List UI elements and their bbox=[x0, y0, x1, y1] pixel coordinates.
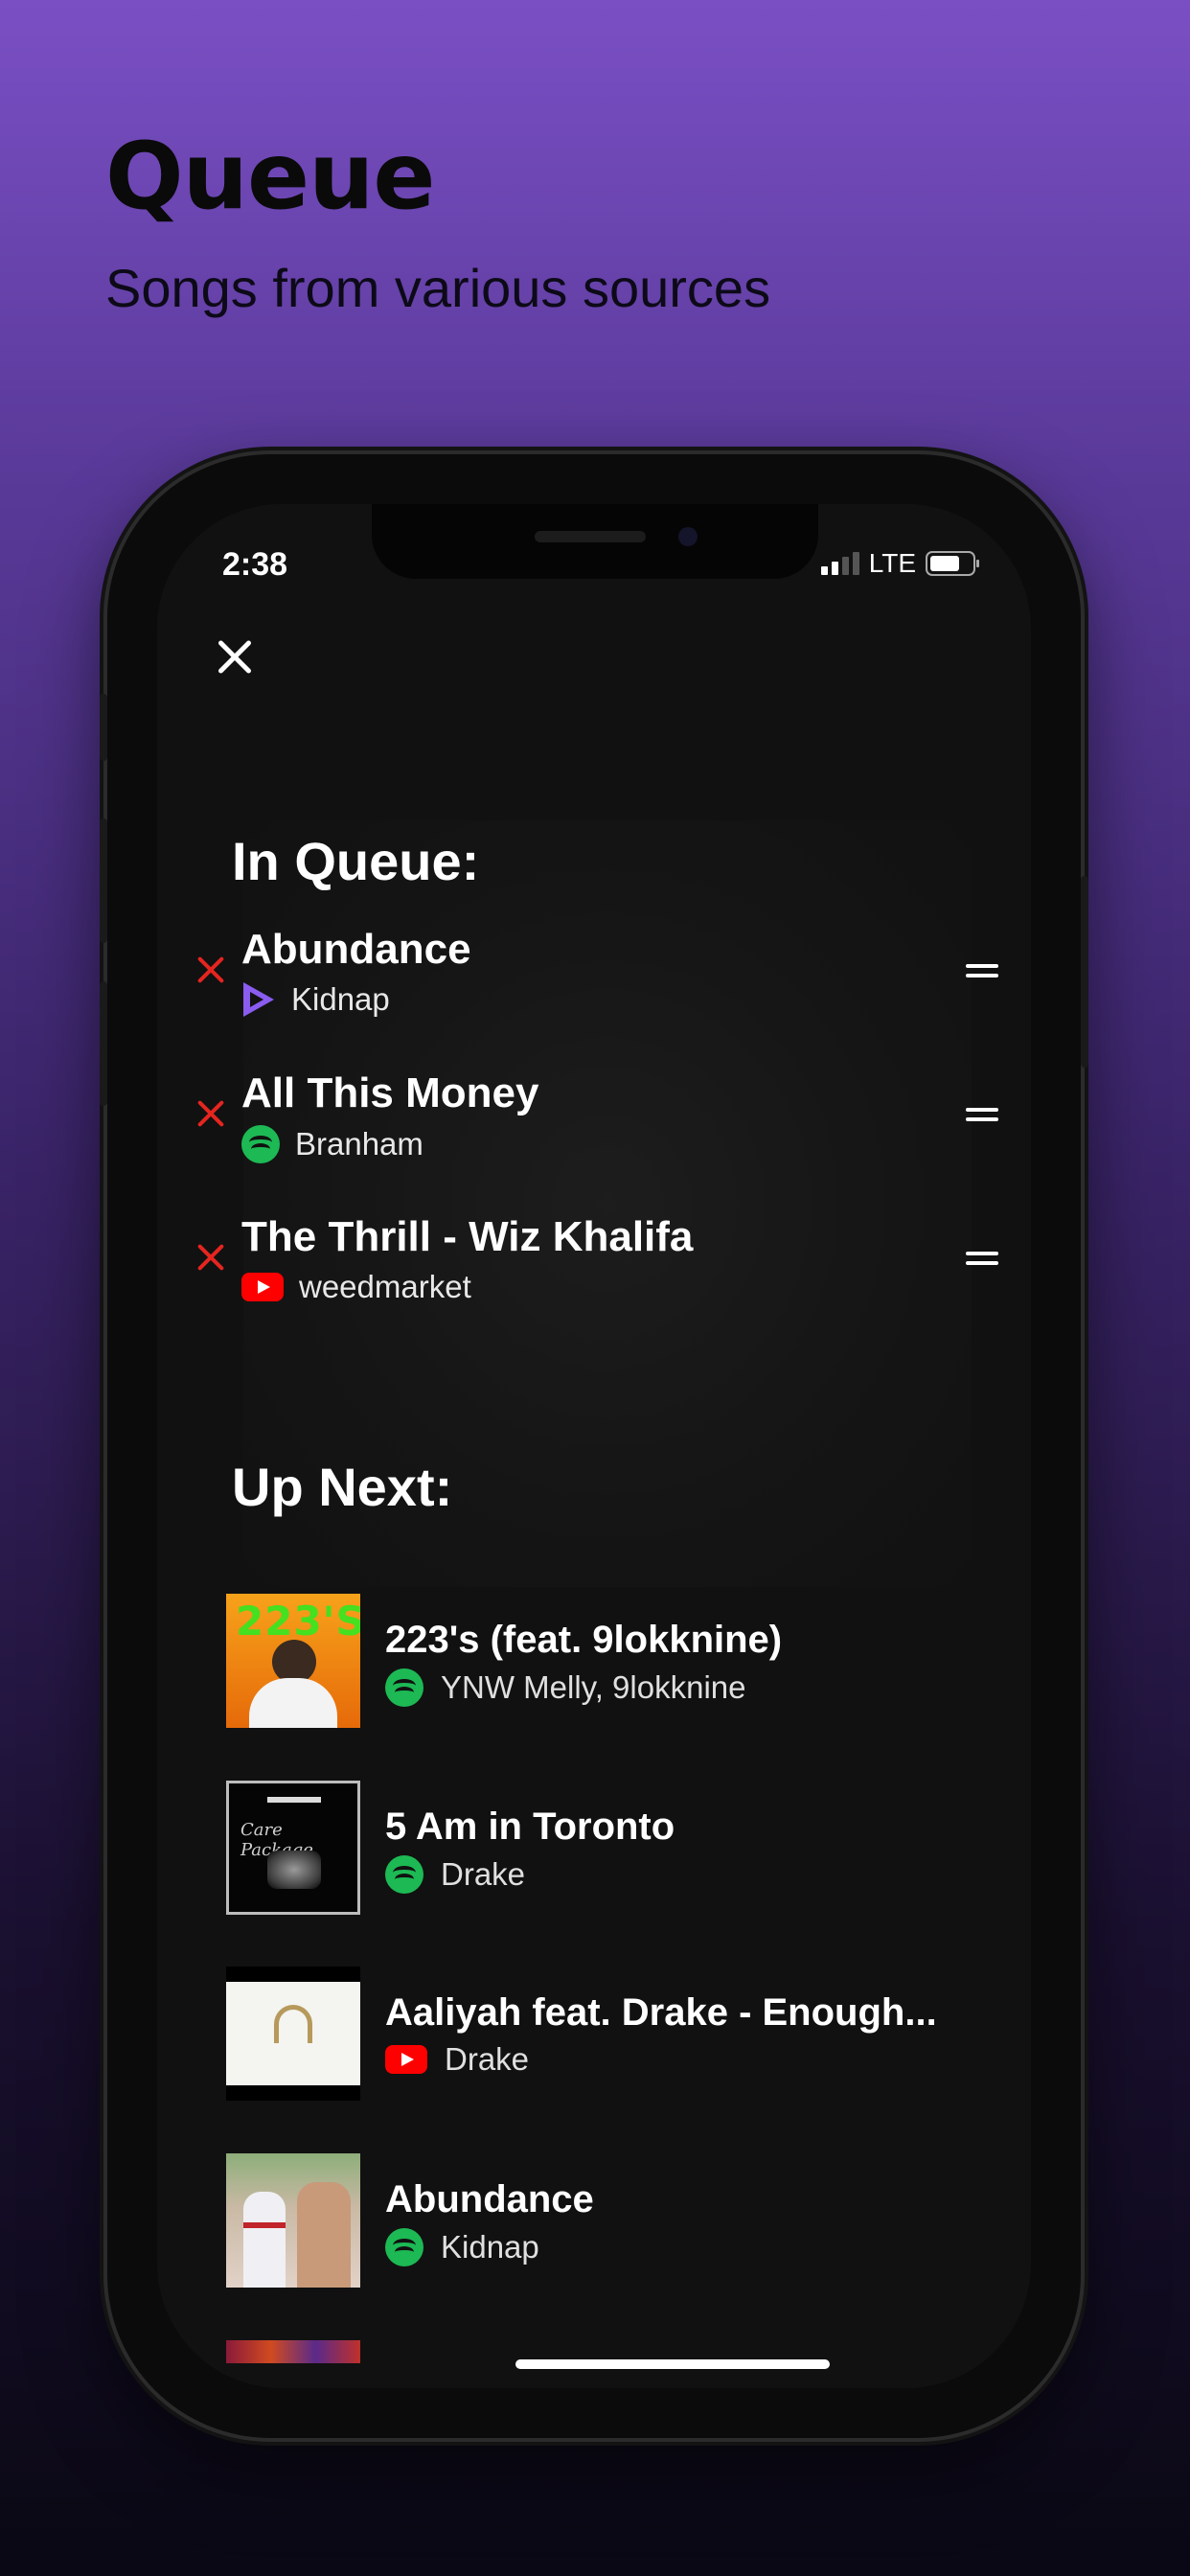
volume-down-button bbox=[100, 981, 107, 1106]
queue-item-title: All This Money bbox=[241, 1070, 539, 1116]
close-icon[interactable] bbox=[211, 633, 259, 681]
notch bbox=[372, 504, 818, 579]
spotify-icon bbox=[385, 1855, 423, 1894]
queue-item-title: The Thrill - Wiz Khalifa bbox=[241, 1213, 694, 1260]
remove-icon[interactable] bbox=[194, 1240, 228, 1275]
queue-item[interactable]: The Thrill - Wiz Khalifa weedmarket bbox=[194, 1213, 998, 1319]
network-label: LTE bbox=[868, 548, 916, 578]
up-next-title: Aaliyah feat. Drake - Enough... bbox=[385, 1991, 937, 2034]
drag-handle-icon[interactable] bbox=[966, 1108, 998, 1123]
remove-icon[interactable] bbox=[194, 1096, 228, 1131]
status-time: 2:38 bbox=[222, 546, 288, 583]
album-art: Care Package bbox=[226, 1781, 360, 1915]
promo-title: Queue bbox=[105, 123, 436, 230]
up-next-artist: Drake bbox=[441, 1856, 526, 1892]
spotify-icon bbox=[241, 1125, 280, 1163]
speaker-grille bbox=[535, 531, 646, 542]
remove-icon[interactable] bbox=[194, 953, 228, 987]
up-next-artist: Kidnap bbox=[441, 2229, 539, 2265]
album-art: 223'S bbox=[226, 1594, 360, 1728]
up-next-item[interactable]: Aaliyah feat. Drake - Enough... Drake bbox=[226, 1966, 993, 2101]
queue-item-title: Abundance bbox=[241, 926, 471, 973]
album-art-text: 223'S bbox=[236, 1598, 360, 1644]
mute-switch bbox=[100, 694, 107, 761]
drag-handle-icon[interactable] bbox=[966, 1252, 998, 1267]
up-next-item[interactable]: Care Package 5 Am in Toronto Drake bbox=[226, 1781, 993, 1915]
play-icon bbox=[241, 982, 276, 1017]
signal-icon bbox=[820, 552, 859, 575]
queue-item[interactable]: All This Money Branham bbox=[194, 1070, 998, 1175]
up-next-heading: Up Next: bbox=[232, 1457, 453, 1517]
youtube-icon bbox=[241, 1273, 284, 1301]
queue-item-artist: Kidnap bbox=[291, 981, 390, 1017]
up-next-item[interactable]: 223'S 223's (feat. 9lokknine) YNW Melly,… bbox=[226, 1594, 993, 1728]
promo-subtitle: Songs from various sources bbox=[105, 258, 771, 318]
youtube-icon bbox=[385, 2045, 427, 2074]
up-next-item[interactable]: Abundance Kidnap bbox=[226, 2153, 993, 2288]
album-art bbox=[226, 2153, 360, 2288]
queue-item-artist: Branham bbox=[295, 1126, 423, 1162]
phone-frame: 2:38 LTE In Queue: Abundance Kidnap All … bbox=[100, 454, 1088, 2438]
power-button bbox=[1081, 876, 1088, 1068]
album-art bbox=[226, 1966, 360, 2101]
up-next-artist: YNW Melly, 9lokknine bbox=[441, 1669, 746, 1705]
drag-handle-icon[interactable] bbox=[966, 964, 998, 979]
home-indicator[interactable] bbox=[515, 2359, 830, 2369]
queue-item-artist: weedmarket bbox=[299, 1269, 471, 1304]
in-queue-heading: In Queue: bbox=[232, 831, 480, 891]
spotify-icon bbox=[385, 1668, 423, 1707]
queue-item[interactable]: Abundance Kidnap bbox=[194, 926, 998, 1031]
status-indicators: LTE bbox=[820, 548, 979, 579]
up-next-title: 223's (feat. 9lokknine) bbox=[385, 1619, 783, 1661]
app-screen: 2:38 LTE In Queue: Abundance Kidnap All … bbox=[157, 504, 1031, 2388]
up-next-artist: Drake bbox=[445, 2041, 530, 2077]
album-art bbox=[226, 2340, 360, 2363]
spotify-icon bbox=[385, 2228, 423, 2266]
up-next-title: 5 Am in Toronto bbox=[385, 1806, 675, 1848]
volume-up-button bbox=[100, 818, 107, 943]
up-next-title: Abundance bbox=[385, 2178, 594, 2220]
battery-icon bbox=[926, 551, 979, 576]
front-camera bbox=[678, 527, 698, 546]
